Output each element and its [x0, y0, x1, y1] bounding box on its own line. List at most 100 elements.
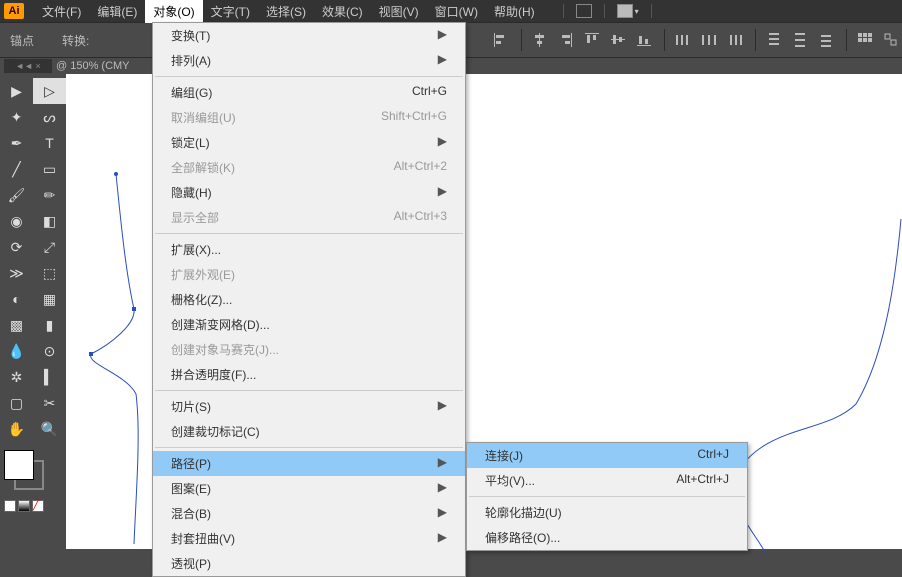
- submenu-outline-stroke[interactable]: 轮廓化描边(U): [467, 500, 747, 525]
- grid-icon[interactable]: [856, 31, 876, 49]
- menu-expand[interactable]: 扩展(X)...: [153, 237, 465, 262]
- distribute-h-icon[interactable]: [674, 31, 694, 49]
- menu-effect[interactable]: 效果(C): [314, 0, 371, 23]
- menu-type[interactable]: 文字(T): [203, 0, 258, 23]
- document-info: @ 150% (CMY: [56, 60, 130, 72]
- fill-swatch[interactable]: [4, 450, 34, 480]
- pencil-tool[interactable]: ✏: [33, 182, 66, 208]
- distribute-v3-icon[interactable]: [817, 31, 837, 49]
- shortcut-label: Alt+Ctrl+3: [394, 209, 447, 226]
- distribute-h2-icon[interactable]: [700, 31, 720, 49]
- eraser-tool[interactable]: ◧: [33, 208, 66, 234]
- selection-tool[interactable]: ▶: [0, 78, 33, 104]
- slice-tool[interactable]: ✂: [33, 390, 66, 416]
- eyedropper-tool[interactable]: 💧: [0, 338, 33, 364]
- menu-path[interactable]: 路径(P)▶: [153, 451, 465, 476]
- menu-rasterize[interactable]: 栅格化(Z)...: [153, 287, 465, 312]
- shortcut-label: Shift+Ctrl+G: [381, 109, 447, 126]
- column-graph-tool[interactable]: ▍: [33, 364, 66, 390]
- menu-separator: [155, 447, 463, 448]
- gradient-tool[interactable]: ▮: [33, 312, 66, 338]
- menubar-right-icons: ▾: [563, 4, 652, 18]
- separator: [604, 4, 605, 18]
- menu-perspective[interactable]: 透视(P): [153, 551, 465, 576]
- align-vcenter-icon[interactable]: [609, 31, 629, 49]
- menu-slice[interactable]: 切片(S)▶: [153, 394, 465, 419]
- menu-separator: [469, 496, 745, 497]
- mesh-tool[interactable]: ▩: [0, 312, 33, 338]
- free-transform-tool[interactable]: ⬚: [33, 260, 66, 286]
- distribute-h3-icon[interactable]: [726, 31, 746, 49]
- divider: [664, 29, 665, 51]
- align-top-icon[interactable]: [583, 31, 603, 49]
- direct-selection-tool[interactable]: ▷: [33, 78, 66, 104]
- align-right-icon[interactable]: [557, 31, 577, 49]
- scale-tool[interactable]: ⤢: [33, 234, 66, 260]
- menu-group[interactable]: 编组(G)Ctrl+G: [153, 80, 465, 105]
- submenu-arrow-icon: ▶: [438, 455, 447, 472]
- paintbrush-tool[interactable]: 🖌: [0, 182, 33, 208]
- menu-object[interactable]: 对象(O): [145, 0, 202, 23]
- menu-envelope[interactable]: 封套扭曲(V)▶: [153, 526, 465, 551]
- menu-edit[interactable]: 编辑(E): [89, 0, 145, 23]
- submenu-arrow-icon: ▶: [438, 398, 447, 415]
- lasso-tool[interactable]: ᔕ: [33, 104, 66, 130]
- artboard-tool[interactable]: ▢: [0, 390, 33, 416]
- distribute-v2-icon[interactable]: [791, 31, 811, 49]
- submenu-join[interactable]: 连接(J)Ctrl+J: [467, 443, 747, 468]
- doc-setup-icon[interactable]: [576, 4, 592, 18]
- convert-label: 转换:: [62, 32, 89, 49]
- submenu-arrow-icon: ▶: [438, 134, 447, 151]
- submenu-arrow-icon: ▶: [438, 505, 447, 522]
- menu-crop-marks[interactable]: 创建裁切标记(C): [153, 419, 465, 444]
- symbol-sprayer-tool[interactable]: ✲: [0, 364, 33, 390]
- menu-gradient-mesh[interactable]: 创建渐变网格(D)...: [153, 312, 465, 337]
- submenu-arrow-icon: ▶: [438, 480, 447, 497]
- blob-brush-tool[interactable]: ◉: [0, 208, 33, 234]
- menu-arrange[interactable]: 排列(A)▶: [153, 48, 465, 73]
- menu-expand-appearance: 扩展外观(E): [153, 262, 465, 287]
- menu-window[interactable]: 窗口(W): [427, 0, 486, 23]
- menu-blend[interactable]: 混合(B)▶: [153, 501, 465, 526]
- divider: [846, 29, 847, 51]
- color-swatch-area[interactable]: ╱: [0, 446, 66, 516]
- perspective-grid-tool[interactable]: ▦: [33, 286, 66, 312]
- color-mode-icon[interactable]: [4, 500, 16, 512]
- distribute-v-icon[interactable]: [765, 31, 785, 49]
- blend-tool[interactable]: ⊙: [33, 338, 66, 364]
- menu-file[interactable]: 文件(F): [34, 0, 89, 23]
- menu-view[interactable]: 视图(V): [371, 0, 427, 23]
- align-left-icon[interactable]: [492, 31, 512, 49]
- menu-hide[interactable]: 隐藏(H)▶: [153, 180, 465, 205]
- shape-builder-tool[interactable]: ◐: [0, 286, 33, 312]
- menu-pattern[interactable]: 图案(E)▶: [153, 476, 465, 501]
- zoom-tool[interactable]: 🔍: [33, 416, 66, 442]
- menu-transform[interactable]: 变换(T)▶: [153, 23, 465, 48]
- width-tool[interactable]: ≫: [0, 260, 33, 286]
- gradient-mode-icon[interactable]: [18, 500, 30, 512]
- submenu-arrow-icon: ▶: [438, 27, 447, 44]
- align-hcenter-icon[interactable]: [531, 31, 551, 49]
- panel-collapse-handle[interactable]: ◄◄ ×: [4, 59, 52, 73]
- align-bottom-icon[interactable]: [635, 31, 655, 49]
- rectangle-tool[interactable]: ▭: [33, 156, 66, 182]
- convert-corner-icon[interactable]: [117, 31, 137, 49]
- menu-flatten[interactable]: 拼合透明度(F)...: [153, 362, 465, 387]
- pen-tool[interactable]: ✒: [0, 130, 33, 156]
- menu-show-all: 显示全部Alt+Ctrl+3: [153, 205, 465, 230]
- menu-select[interactable]: 选择(S): [258, 0, 314, 23]
- menu-lock[interactable]: 锁定(L)▶: [153, 130, 465, 155]
- magic-wand-tool[interactable]: ✦: [0, 104, 33, 130]
- none-mode-icon[interactable]: ╱: [32, 500, 44, 512]
- submenu-average[interactable]: 平均(V)...Alt+Ctrl+J: [467, 468, 747, 493]
- modes-icon[interactable]: [882, 31, 902, 49]
- workspace-switcher-icon[interactable]: ▾: [617, 4, 639, 18]
- rotate-tool[interactable]: ⟳: [0, 234, 33, 260]
- submenu-offset-path[interactable]: 偏移路径(O)...: [467, 525, 747, 550]
- shortcut-label: Alt+Ctrl+2: [394, 159, 447, 176]
- menu-unlock-all: 全部解锁(K)Alt+Ctrl+2: [153, 155, 465, 180]
- menu-help[interactable]: 帮助(H): [486, 0, 543, 23]
- hand-tool[interactable]: ✋: [0, 416, 33, 442]
- type-tool[interactable]: T: [33, 130, 66, 156]
- line-tool[interactable]: ╱: [0, 156, 33, 182]
